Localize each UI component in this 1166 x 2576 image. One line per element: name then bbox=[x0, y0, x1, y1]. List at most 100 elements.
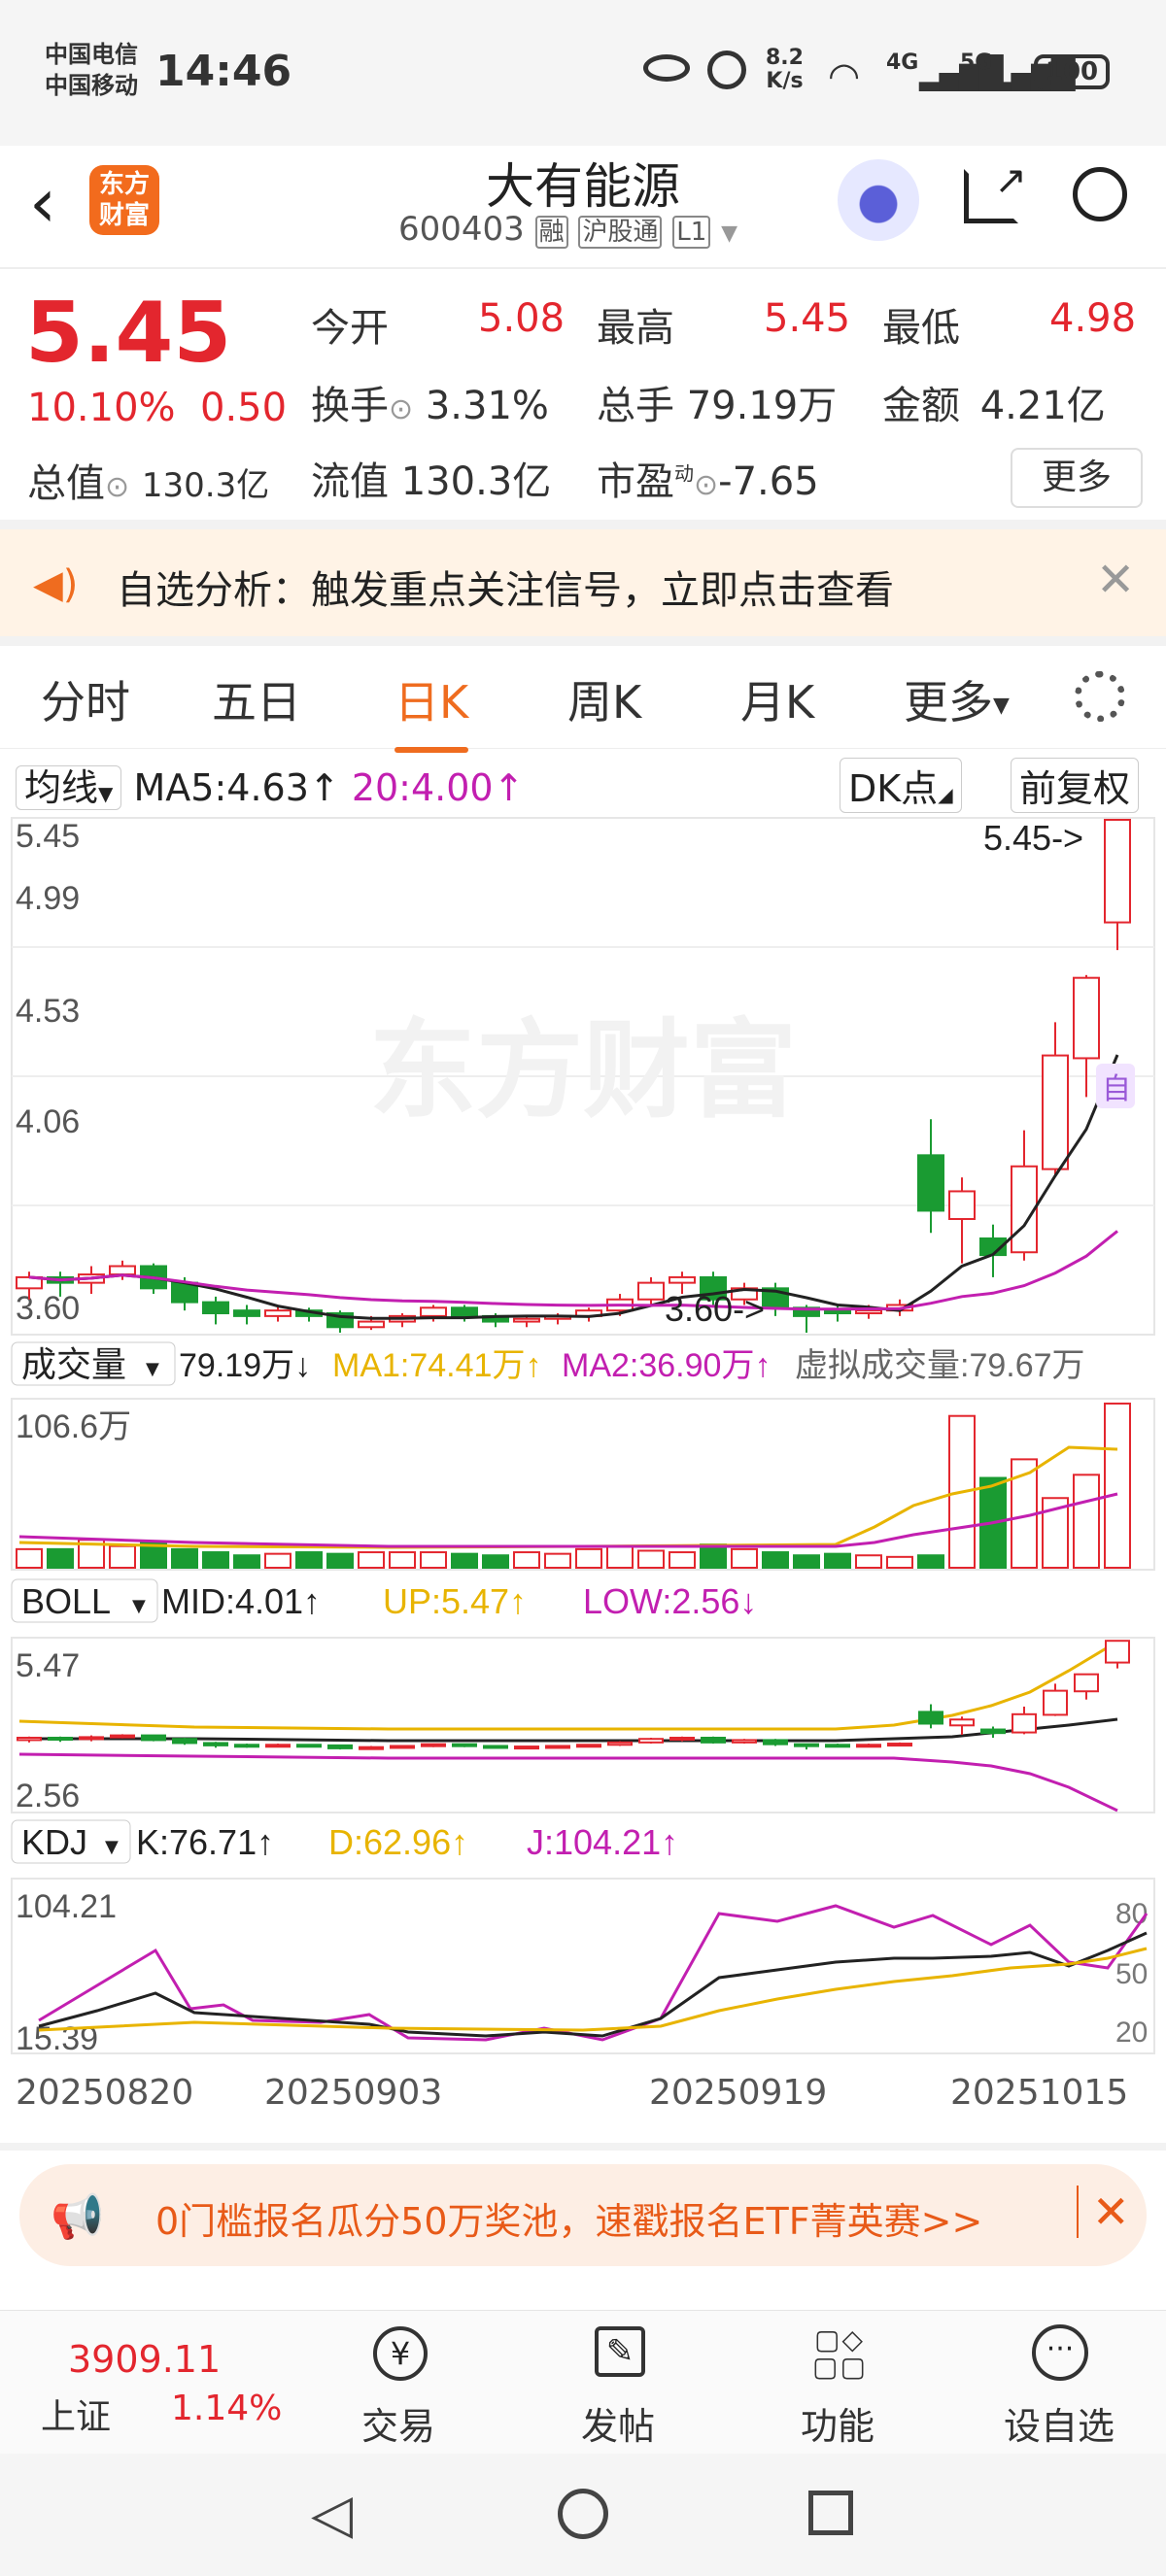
dropdown-icon[interactable]: ▼ bbox=[721, 221, 737, 246]
volume-ma1: MA1:74.41万↑ bbox=[332, 1347, 541, 1384]
high-value: 5.45 bbox=[764, 296, 851, 341]
turnover-label: 换手 bbox=[311, 384, 389, 428]
change-pct: 10.10% bbox=[27, 386, 176, 430]
candle-body bbox=[948, 1190, 976, 1220]
more-button[interactable]: 更多 bbox=[1011, 448, 1143, 508]
pe-info-icon[interactable]: ⊙ bbox=[694, 468, 718, 502]
boll-candle-body bbox=[701, 1737, 726, 1744]
volume-label: 总手 bbox=[597, 384, 674, 428]
carrier-1: 中国电信 bbox=[45, 41, 138, 68]
boll-candle-body bbox=[1074, 1673, 1099, 1693]
nav-home-icon[interactable] bbox=[558, 2489, 608, 2539]
volume-y-top: 106.6万 bbox=[16, 1408, 131, 1445]
add-watchlist-label: 设自选 bbox=[1003, 2405, 1115, 2448]
volume-bar bbox=[1073, 1474, 1100, 1569]
kline-y-label: 4.06 bbox=[16, 1103, 80, 1140]
clock: 14:46 bbox=[155, 47, 292, 96]
share-icon[interactable]: ↗ bbox=[964, 158, 1027, 223]
promo-banner[interactable]: 📢 0门槛报名瓜分50万奖池，速戳报名ETF菁英赛>> ✕ bbox=[19, 2164, 1147, 2266]
kdj-legend: KDJ ▼ K:76.71↑ D:62.96↑ J:104.21↑ bbox=[11, 1819, 678, 1864]
low-value: 4.98 bbox=[1049, 296, 1137, 341]
dk-arrow-icon: ◢ bbox=[938, 783, 953, 806]
promo-close-icon[interactable]: ✕ bbox=[1077, 2186, 1130, 2238]
boll-up-line bbox=[18, 1640, 1118, 1731]
index-ticker[interactable]: 3909.11 上证 1.14% bbox=[29, 2330, 301, 2447]
trade-button[interactable]: ¥ 交易 bbox=[301, 2311, 496, 2455]
candle-body bbox=[637, 1281, 665, 1301]
kline-y-label: 4.99 bbox=[16, 880, 80, 917]
boll-candle-body bbox=[234, 1744, 259, 1748]
candle-body bbox=[1042, 1054, 1069, 1170]
add-watchlist-button[interactable]: ··· 设自选 bbox=[962, 2311, 1156, 2455]
settings-icon[interactable] bbox=[1075, 671, 1125, 722]
tab-more[interactable]: 更多▼ bbox=[904, 667, 1010, 731]
grid-icon: ▢◇ ▢▢ bbox=[812, 2323, 868, 2383]
kdj-select-arrow-icon: ▼ bbox=[105, 1837, 119, 1857]
dk-label: DK点 bbox=[848, 767, 939, 810]
kline-chart[interactable]: 东方财富 5.454.994.534.063.60 5.45-> 3.60-> … bbox=[0, 806, 1166, 2147]
index-pct: 1.14% bbox=[171, 2389, 283, 2428]
kdj-j: J:104.21↑ bbox=[527, 1822, 678, 1862]
wifi-icon: ◠ bbox=[828, 54, 861, 97]
turnover-value: 3.31% bbox=[425, 384, 549, 428]
dk-point-button[interactable]: DK点◢ bbox=[840, 758, 962, 813]
boll-candle-body bbox=[918, 1711, 943, 1725]
volume-bar bbox=[389, 1551, 416, 1570]
volume-bar bbox=[233, 1554, 260, 1569]
mcap-value: 130.3亿 bbox=[141, 466, 270, 505]
boll-y-top: 5.47 bbox=[16, 1647, 80, 1684]
boll-frame bbox=[11, 1637, 1155, 1813]
index-value: 3909.11 bbox=[68, 2338, 222, 2381]
volume-bar bbox=[669, 1551, 696, 1570]
functions-button[interactable]: ▢◇ ▢▢ 功能 bbox=[740, 2311, 935, 2455]
stock-header: ‹ 东方 财富 大有能源 600403 融 沪股通 L1 ▼ ↗ bbox=[0, 146, 1166, 269]
tab-daily-k[interactable]: 日K bbox=[394, 667, 469, 753]
battery-icon: 100 bbox=[1034, 54, 1110, 89]
boll-candle-body bbox=[1012, 1712, 1037, 1734]
pe-value: -7.65 bbox=[718, 459, 819, 504]
candle-body bbox=[202, 1301, 229, 1315]
boll-candle-body bbox=[856, 1744, 881, 1748]
nav-recents-icon[interactable] bbox=[808, 2491, 853, 2535]
speaker-icon: ◀) bbox=[33, 562, 79, 607]
tab-5day[interactable]: 五日 bbox=[212, 667, 301, 731]
boll-candle-body bbox=[452, 1743, 477, 1747]
close-icon[interactable]: ✕ bbox=[1096, 553, 1135, 607]
adjust-button[interactable]: 前复权 bbox=[1011, 758, 1140, 813]
volume-ma2: MA2:36.90万↑ bbox=[562, 1347, 771, 1384]
kdj-ref-80: 80 bbox=[1115, 1898, 1148, 1930]
volume-value: 79.19万 bbox=[686, 384, 838, 428]
watchlist-banner[interactable]: ◀) 自选分析：触发重点关注信号，立即点击查看 ✕ bbox=[0, 529, 1166, 636]
boll-candle-body bbox=[825, 1744, 850, 1748]
volume-value: 79.19万↓ bbox=[179, 1347, 311, 1384]
nav-back-icon[interactable]: ◁ bbox=[311, 2483, 353, 2546]
more-dots-icon: ··· bbox=[1032, 2324, 1088, 2381]
candle-body bbox=[264, 1309, 292, 1317]
tab-more-label: 更多 bbox=[904, 676, 993, 729]
eye-icon bbox=[643, 54, 690, 82]
boll-candle-body bbox=[1105, 1640, 1130, 1664]
info-icon[interactable]: ⊙ bbox=[105, 470, 129, 504]
trade-label: 交易 bbox=[360, 2405, 435, 2448]
system-nav: ◁ bbox=[0, 2454, 1166, 2576]
volume-bar bbox=[544, 1552, 571, 1569]
boll-candle-body bbox=[296, 1744, 322, 1748]
search-icon[interactable] bbox=[1073, 167, 1127, 221]
candle-body bbox=[1073, 976, 1100, 1060]
pe-label: 市盈 bbox=[597, 459, 674, 504]
tab-intraday[interactable]: 分时 bbox=[41, 667, 130, 731]
ma-indicator-select[interactable]: 均线▼ bbox=[16, 765, 122, 810]
float-label: 流值 bbox=[311, 459, 389, 504]
assistant-avatar[interactable] bbox=[838, 159, 919, 241]
quote-panel: 5.45 10.10% 0.50 总值⊙ 130.3亿 今开 5.08 最高 5… bbox=[0, 269, 1166, 526]
volume-bar bbox=[637, 1549, 665, 1569]
volume-bar bbox=[917, 1554, 944, 1569]
tab-weekly-k[interactable]: 周K bbox=[567, 667, 641, 731]
boll-candle-body bbox=[514, 1746, 539, 1750]
kdj-d: D:62.96↑ bbox=[328, 1822, 468, 1862]
boll-candle-body bbox=[17, 1737, 42, 1742]
post-button[interactable]: ✎ 发帖 bbox=[521, 2311, 715, 2455]
boll-candle-body bbox=[265, 1744, 291, 1748]
tab-monthly-k[interactable]: 月K bbox=[740, 667, 814, 731]
turnover-info-icon[interactable]: ⊙ bbox=[389, 392, 413, 426]
